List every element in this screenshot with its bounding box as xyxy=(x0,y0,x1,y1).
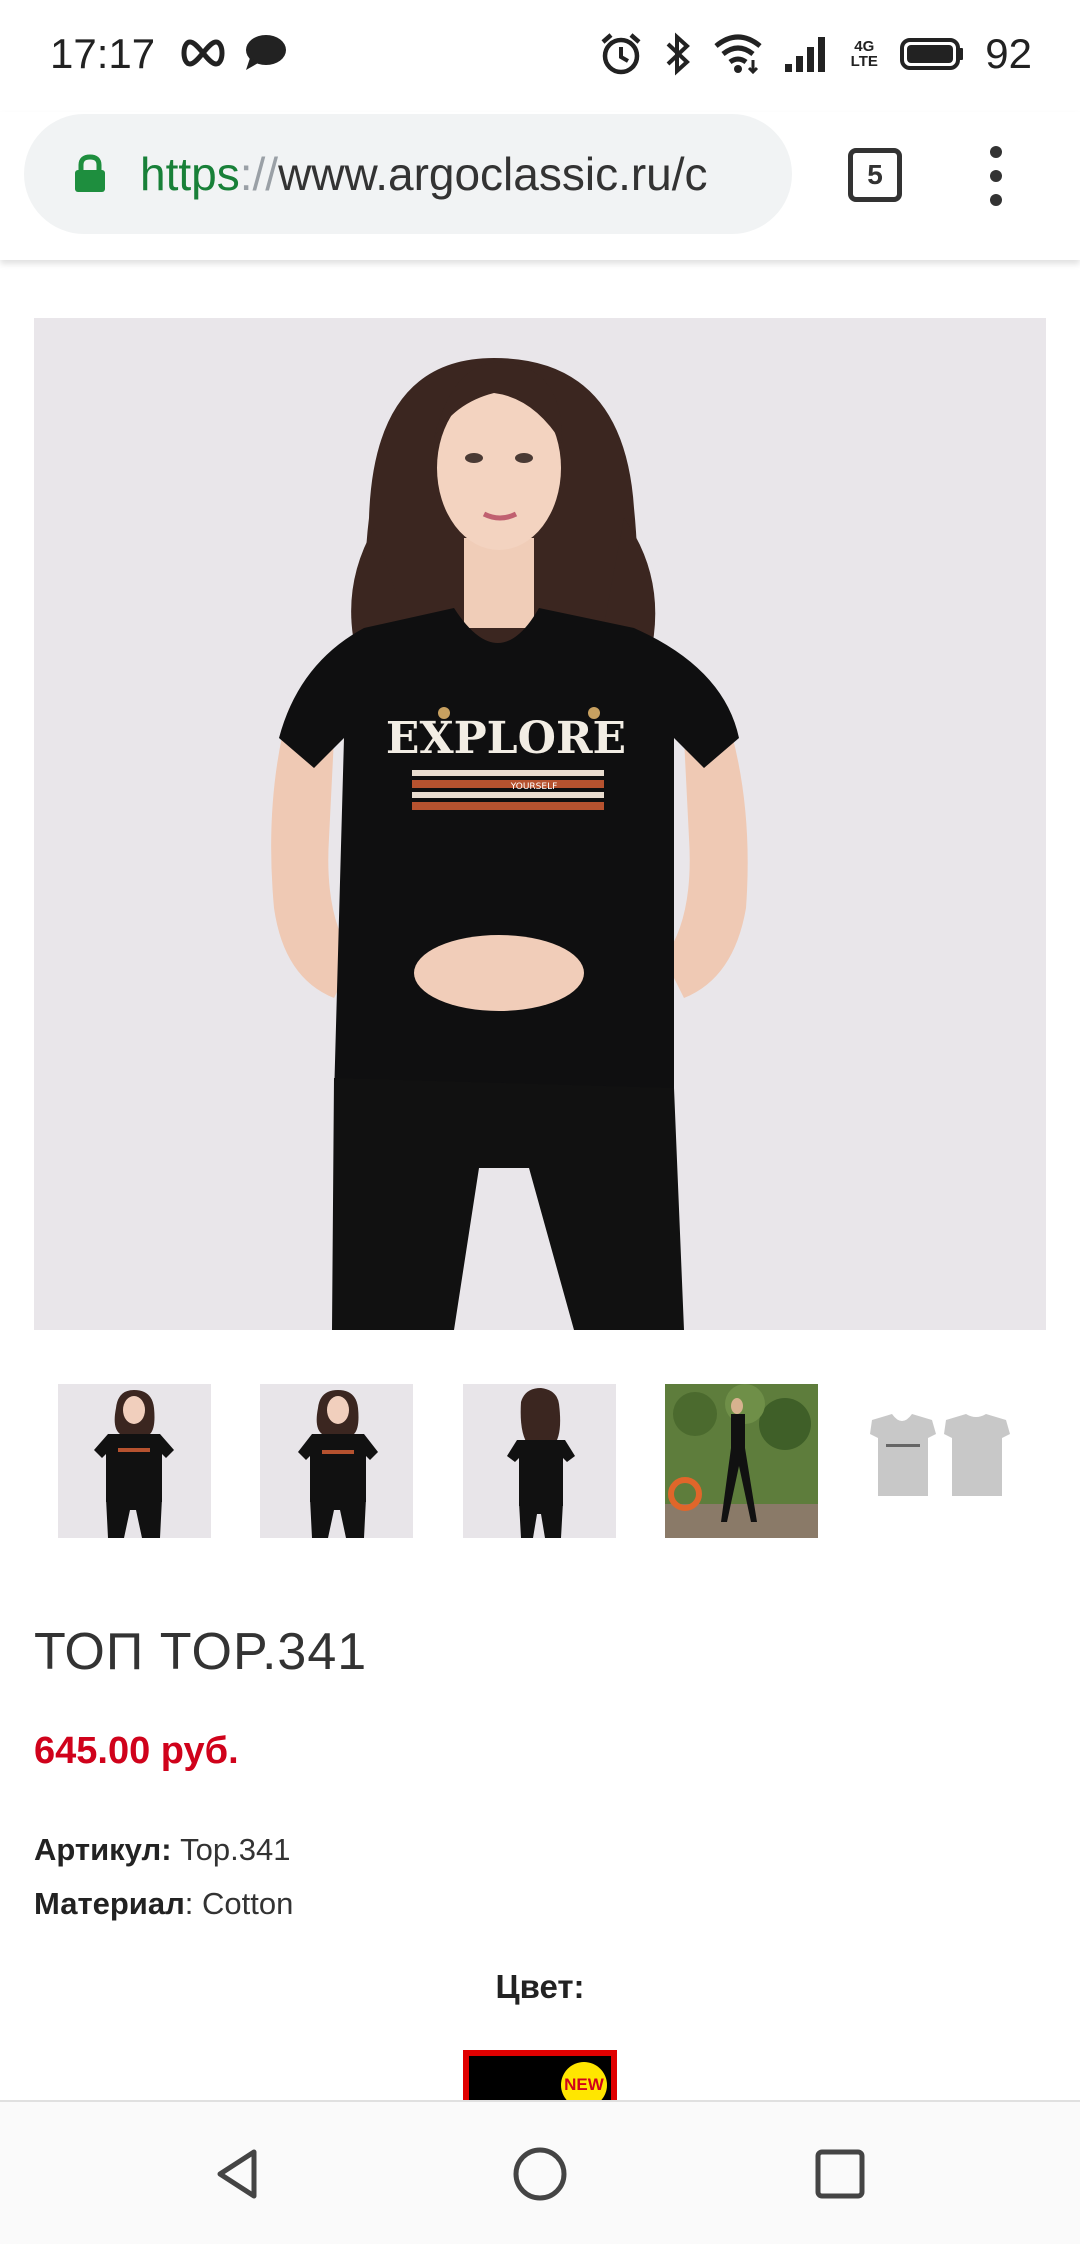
recents-square-icon[interactable] xyxy=(808,2142,872,2206)
material-label: Материал xyxy=(34,1886,185,1921)
status-left-icons xyxy=(178,34,288,72)
status-time: 17:17 xyxy=(50,30,156,77)
thumb-back[interactable] xyxy=(463,1384,616,1538)
lock-icon xyxy=(72,154,108,194)
url-scheme: https xyxy=(140,148,240,200)
thumb-front-2[interactable] xyxy=(260,1384,413,1538)
signal-icon xyxy=(785,37,826,72)
dot-icon xyxy=(990,170,1002,182)
system-nav-bar xyxy=(0,2100,1080,2244)
dot-icon xyxy=(990,194,1002,206)
print-subtext: YOURSELF xyxy=(510,782,558,792)
wifi-icon xyxy=(714,34,762,74)
status-bar: 17:17 4G LTE 92 xyxy=(0,0,1080,112)
thumb-front[interactable] xyxy=(58,1384,211,1538)
tab-switcher-button[interactable]: 5 xyxy=(848,148,902,202)
print-text: EXPLORE xyxy=(386,713,626,764)
material-line: Материал: Cotton xyxy=(34,1886,293,1922)
product-price: 645.00 руб. xyxy=(34,1730,239,1772)
back-triangle-icon[interactable] xyxy=(206,2142,270,2206)
battery-icon xyxy=(900,38,964,70)
status-right-icons: 4G LTE 92 xyxy=(599,30,1032,78)
color-heading: Цвет: xyxy=(495,1968,585,2005)
url-text: https://www.argoclassic.ru/c xyxy=(140,147,708,201)
url-separator: :// xyxy=(239,148,279,200)
thumb-flat[interactable] xyxy=(868,1384,1021,1538)
thumbnail-strip xyxy=(58,1384,1080,1538)
article-value: Top.341 xyxy=(180,1832,291,1867)
product-title: ТОП TOP.341 xyxy=(34,1623,368,1681)
alarm-icon xyxy=(601,33,641,75)
browser-toolbar: https://www.argoclassic.ru/c 5 xyxy=(0,112,1080,260)
url-bar[interactable]: https://www.argoclassic.ru/c xyxy=(24,114,792,234)
network-type: 4G LTE xyxy=(850,38,878,70)
article-line: Артикул: Top.341 xyxy=(34,1832,290,1868)
material-value: : Cotton xyxy=(184,1886,294,1921)
battery-percent: 92 xyxy=(985,30,1032,77)
bluetooth-icon xyxy=(666,32,691,76)
thumb-outdoor[interactable] xyxy=(665,1384,818,1538)
dot-icon xyxy=(990,146,1002,158)
url-host: www.argoclassic.ru/c xyxy=(278,148,708,200)
article-label: Артикул: xyxy=(34,1832,172,1867)
chat-bubble-icon xyxy=(246,35,286,70)
overflow-menu-button[interactable] xyxy=(976,146,1016,206)
home-circle-icon[interactable] xyxy=(508,2142,572,2206)
main-product-image[interactable]: EXPLORE YOURSELF xyxy=(34,318,1046,1330)
infinity-icon xyxy=(181,39,225,67)
